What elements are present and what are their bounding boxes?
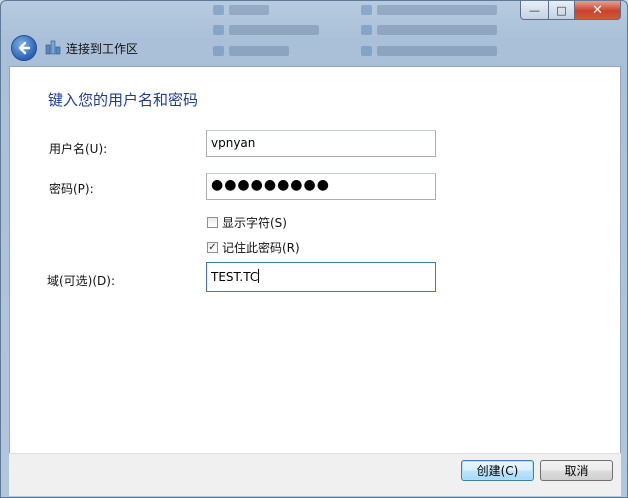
username-field[interactable]: vpnyan	[206, 130, 436, 157]
caption-buttons: — □ ✕	[520, 1, 621, 21]
dialog-window: — □ ✕ 连接到工作区 键入您的用户名和密码 用户名(U): vpnyan 密…	[0, 0, 628, 498]
minimize-button[interactable]: —	[520, 1, 549, 20]
username-value: vpnyan	[211, 136, 256, 150]
domain-field[interactable]: TEST.TC	[206, 262, 436, 292]
dialog-content: 键入您的用户名和密码 用户名(U): vpnyan 密码(P): ●●●●●●●…	[9, 66, 621, 455]
cancel-button[interactable]: 取消	[540, 460, 613, 481]
password-mask: ●●●●●●●●●	[211, 177, 330, 193]
back-arrow-icon[interactable]	[11, 35, 37, 61]
domain-value: TEST.TC	[211, 270, 259, 284]
remember-password-label: 记住此密码(R)	[222, 241, 300, 255]
show-chars-label: 显示字符(S)	[222, 216, 287, 230]
password-label: 密码(P):	[49, 182, 94, 196]
dialog-footer: 创建(C) 取消	[9, 453, 621, 496]
domain-label: 域(可选)(D):	[47, 274, 116, 288]
show-chars-checkbox[interactable]	[207, 217, 218, 228]
network-connection-icon	[45, 39, 61, 55]
show-chars-option[interactable]: 显示字符(S)	[207, 214, 287, 231]
username-label: 用户名(U):	[49, 142, 108, 156]
create-button[interactable]: 创建(C)	[461, 460, 534, 481]
text-caret	[258, 269, 260, 283]
checkmark-icon: ✓	[208, 242, 217, 253]
password-field[interactable]: ●●●●●●●●●	[206, 173, 436, 200]
window-title: 连接到工作区	[66, 42, 139, 56]
maximize-button[interactable]: □	[549, 1, 575, 20]
page-heading: 键入您的用户名和密码	[48, 91, 199, 109]
close-button[interactable]: ✕	[575, 1, 621, 20]
title-bar: 连接到工作区	[1, 31, 627, 61]
remember-password-option[interactable]: ✓ 记住此密码(R)	[207, 239, 300, 256]
remember-password-checkbox[interactable]: ✓	[207, 242, 218, 253]
